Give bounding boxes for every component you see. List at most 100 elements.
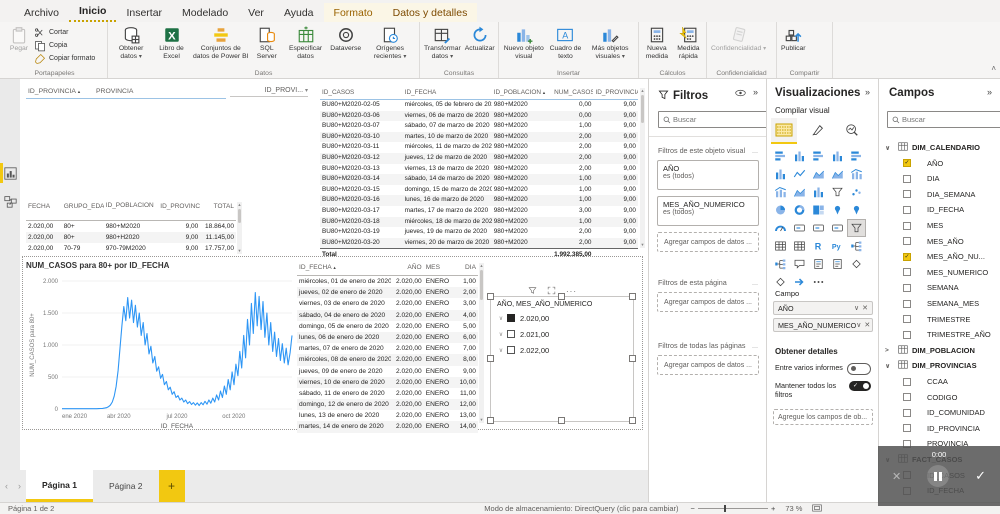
confirm-recording-icon[interactable]: ✓ [975,468,986,484]
chevron-right-icon[interactable]: > [885,347,894,354]
filters-search-input[interactable] [671,114,755,125]
field-node-id-provincia[interactable]: ID_PROVINCIA [885,421,998,436]
dataverse-button[interactable]: Dataverse [328,24,363,54]
donut-chart-icon[interactable] [790,201,809,219]
field-node-mes-ano-nu[interactable]: ✓ MES_AÑO_NU... [885,249,998,264]
table-node-dim-poblacion[interactable]: > DIM_POBLACION [885,343,998,358]
column-header[interactable]: ID_PROVINCIA▲ [26,86,94,98]
gauge-icon[interactable] [771,219,790,237]
chevron-down-icon[interactable]: ∨ [885,144,894,152]
line-chart-visual[interactable]: NUM_CASOS para 80+ por ID_FECHA 0 500 1.00… [26,261,298,431]
field-checkbox[interactable] [903,237,911,246]
column-header[interactable]: NUM_CASOS [552,86,593,99]
model-view-icon[interactable] [4,195,17,208]
page-tab-pagina-2[interactable]: Página 2 [93,470,159,502]
paginated-report-icon[interactable] [828,255,847,273]
column-header[interactable]: GRUPO_EDAD [62,202,104,220]
eye-icon[interactable] [735,89,746,99]
add-data-fields-drop-zone[interactable]: Agregar campos de datos ... [657,355,759,375]
selection-handle[interactable] [558,293,565,300]
column-header[interactable]: ID_FECHA▲ [297,261,391,275]
ribbon-chart-icon[interactable] [790,183,809,201]
ribbon-tab-inicio[interactable]: Inicio [69,1,117,22]
field-checkbox[interactable]: ✓ [903,159,911,168]
mas-objetos-visuales-button[interactable]: Más objetos visuales ▾ [584,24,636,62]
column-header[interactable]: MES [424,261,451,275]
filter-card-mes-ano-numerico[interactable]: MES_AÑO_NUMERICO es (todos) [657,196,759,226]
field-node-codigo[interactable]: CODIGO [885,390,998,405]
prev-page-arrow[interactable]: ‹ [0,481,13,491]
pause-recording-icon[interactable] [927,465,950,487]
toggle-switch[interactable] [847,363,871,375]
zoom-in-button[interactable]: + [771,504,775,513]
ribbon-tab-datos-y-detalles[interactable]: Datos y detalles [382,3,478,22]
more-visuals-icon[interactable] [809,273,828,291]
zoom-out-button[interactable]: − [691,504,695,513]
field-checkbox[interactable] [903,268,911,277]
calendario-scrollbar[interactable]: ▲ ▼ [479,263,484,423]
resumen-table-visual[interactable]: FECHAGRUPO_EDADID_POBLACIONID_PROVINCIAT… [26,202,236,254]
filled-map-icon[interactable] [847,201,866,219]
toggle-entre-varios-informes[interactable]: Entre varios informes [775,363,871,375]
field-checkbox[interactable]: ✓ [903,252,911,261]
confidencialidad-button[interactable]: Confidencialidad ▾ [709,24,768,55]
kpi-icon[interactable] [828,219,847,237]
field-node-id-comunidad[interactable]: ID_COMUNIDAD [885,405,998,420]
column-header[interactable]: FECHA [26,202,62,220]
report-view-icon[interactable] [4,167,17,180]
casos-table-visual[interactable]: ID_CASOS ID_FECHA ID_POBLACION▲ NUM_CASOS ID… [320,86,638,260]
field-checkbox[interactable] [903,408,911,417]
selection-handle[interactable] [629,417,636,424]
remove-field-icon[interactable]: ✕ [862,304,868,312]
line-chart-icon[interactable] [790,165,809,183]
field-node-semana[interactable]: SEMANA [885,280,998,295]
new-page-button[interactable]: + [158,470,185,502]
column-header[interactable]: ID_CASOS [320,86,403,99]
calendario-table-visual[interactable]: ID_FECHA▲ AÑO MES DIA miércoles, 01 de enero… [297,261,478,433]
build-visual-tab[interactable] [771,118,797,144]
medida-rapida-button[interactable]: Medida rápida [673,24,704,61]
slicer-visual[interactable]: AÑO, MES_AÑO_NUMERICO ∨ 2.020,00 ∨ 2.021,00… [490,296,634,422]
ribbon-tab-ayuda[interactable]: Ayuda [274,3,324,22]
copiar-formato-button[interactable]: Copiar formato [34,52,95,64]
map-icon[interactable] [828,201,847,219]
field-node-dia-semana[interactable]: DIA_SEMANA [885,187,998,202]
slicer-item[interactable]: ∨ 2.020,00 [495,310,633,326]
chevron-down-icon[interactable]: ∨ [854,304,859,312]
fields-search[interactable] [887,111,1000,128]
field-checkbox[interactable] [903,221,911,230]
nuevo-objeto-visual-button[interactable]: Nuevo objeto visual [501,24,547,61]
decomposition-tree-icon[interactable] [847,237,866,255]
next-page-arrow[interactable]: › [13,481,26,491]
field-pill-mes-ano-numerico[interactable]: MES_AÑO_NUMERICO ∨ ✕ [773,318,873,332]
field-checkbox[interactable] [903,174,911,183]
chevron-down-icon[interactable]: ∨ [885,362,894,370]
field-node-dia[interactable]: DIA [885,171,998,186]
chevron-down-icon[interactable]: ∨ [856,321,861,329]
treemap-icon[interactable] [809,201,828,219]
toggle-mantener-todos-los-filtros[interactable]: Mantener todos los filtros ✓ [775,381,871,399]
add-data-fields-drop-zone[interactable]: Agregar campos de datos ... [657,232,759,252]
origenes-recientes-button[interactable]: Orígenes recientes ▾ [363,24,417,62]
provincia-table-visual[interactable]: ID_PROVINCIA▲ PROVINCIA [26,86,226,99]
pegar-button[interactable]: Pegar [4,24,34,54]
zoom-level[interactable]: 73 % [785,504,802,513]
selection-handle[interactable] [629,355,636,362]
sql-server-button[interactable]: SQL Server [251,24,283,61]
resumen-scrollbar[interactable]: ▲ ▼ [237,202,242,254]
python-visual-icon[interactable]: Py [828,237,847,255]
ribbon-tab-insertar[interactable]: Insertar [116,3,172,22]
column-header[interactable]: TOTAL [200,202,236,220]
field-node-trimestre[interactable]: TRIMESTRE [885,312,998,327]
field-checkbox[interactable] [903,299,911,308]
selection-handle[interactable] [629,293,636,300]
slicer-icon[interactable] [847,219,866,237]
matrix-icon[interactable] [790,237,809,255]
column-header[interactable]: AÑO [391,261,424,275]
more-options-icon[interactable]: ... [752,341,758,350]
key-influencers-icon[interactable] [771,255,790,273]
casos-scrollbar[interactable]: ▲ ▼ [640,88,645,248]
stacked-area-chart-icon[interactable] [828,165,847,183]
line-clustered-column-chart-icon[interactable] [771,183,790,201]
field-pill-ano[interactable]: AÑO ∨ ✕ [773,301,873,315]
